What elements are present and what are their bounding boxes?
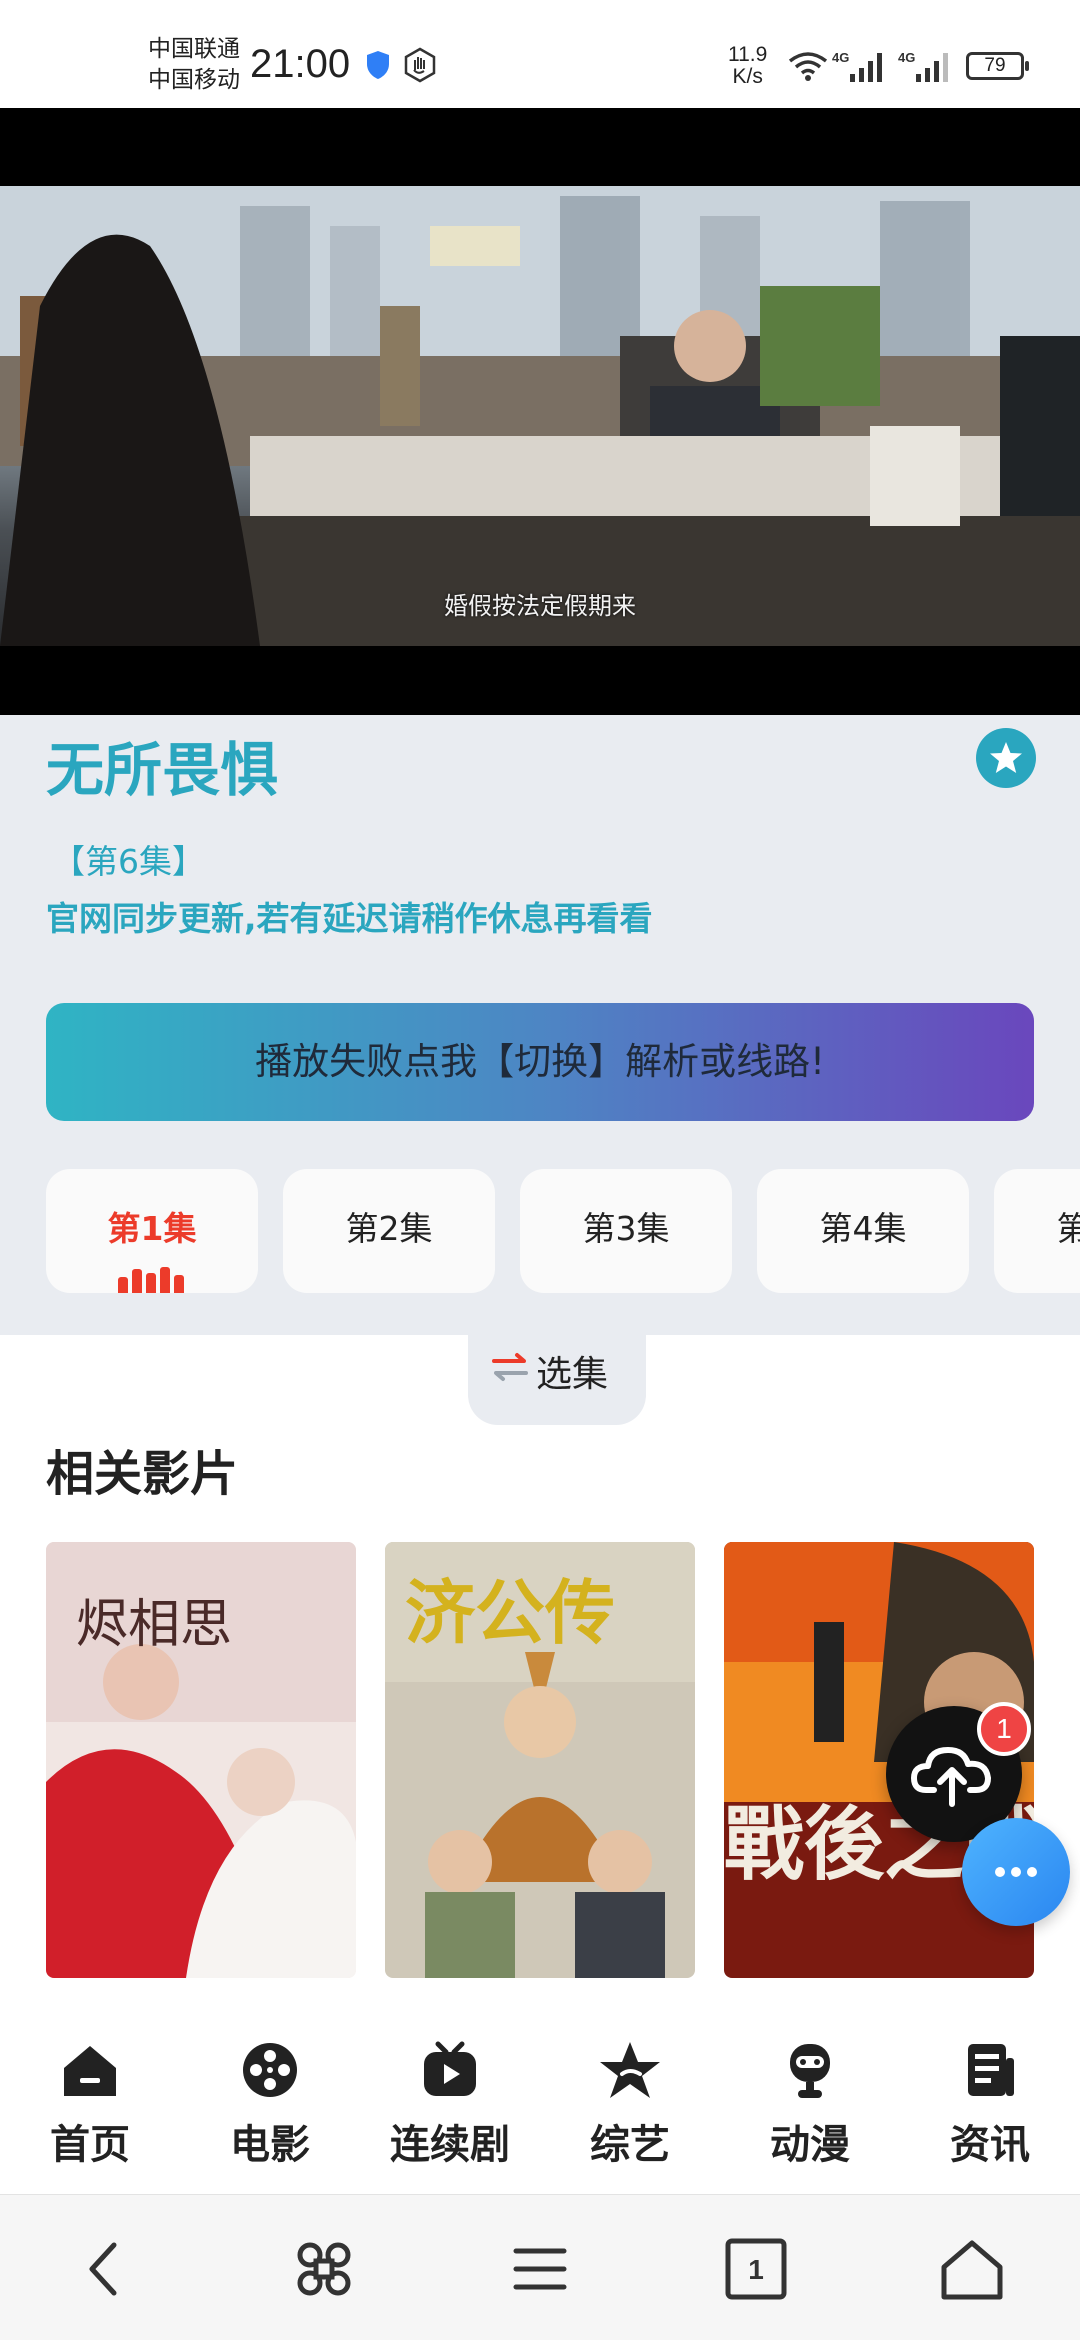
poster-title: 济公传 [405,1571,615,1654]
network-speed-unit: K/s [732,65,763,88]
battery-icon: 79 [966,52,1029,80]
playing-indicator-icon [118,1265,186,1293]
poster-image: 烬相思 [46,1542,356,1978]
more-options-button[interactable] [962,1818,1070,1926]
system-navigation-bar: 1 [0,2194,1080,2340]
menu-icon[interactable] [504,2233,576,2305]
show-info-panel: 无所畏惧 【第6集】 官网同步更新,若有延迟请稍作休息再看看 播放失败点我【切换… [0,715,1080,1335]
home-icon [64,2046,116,2096]
network-speed-value: 11.9 [728,43,768,66]
nav-label: 首页 [50,2122,130,2168]
robot-face-icon [790,2044,830,2098]
episode-1-button[interactable]: 第1集 [46,1169,258,1293]
shield-icon [367,51,389,79]
nav-label: 电影 [230,2122,310,2168]
related-item-poster[interactable]: 烬相思 [46,1542,356,1978]
bottom-navigation: 首页 电影 连续剧 综艺 动漫 资讯 [0,2010,1080,2194]
episode-label: 第1集 [107,1209,197,1248]
home-outline-icon[interactable] [936,2233,1008,2305]
video-subtitle: 婚假按法定假期来 [444,592,636,620]
nav-home[interactable]: 首页 [0,2040,180,2180]
status-bar: 中国联通 中国移动 21:00 11.9 K/s 4G 4G 79 [0,0,1080,108]
news-icon [968,2044,1014,2096]
poster-title: 烬相思 [76,1595,232,1655]
episode-4-button[interactable]: 第4集 [757,1169,969,1293]
notification-badge: 1 [977,1702,1031,1756]
nav-label: 资讯 [950,2122,1030,2168]
network-speed: 11.9 K/s [728,44,767,88]
star-icon [990,742,1022,773]
wifi-icon [788,52,828,81]
episode-5-button[interactable]: 第5集 [994,1169,1080,1293]
select-episode-tab[interactable]: 选集 [468,1315,646,1425]
nav-variety[interactable]: 综艺 [540,2040,720,2180]
video-scene [0,186,1080,646]
nav-label: 连续剧 [390,2122,510,2168]
signal-label: 4G [832,50,849,65]
more-dots-icon [995,1867,1037,1877]
video-frame[interactable] [0,186,1080,646]
carrier-names: 中国联通 中国移动 [148,34,240,96]
hand-icon [404,47,436,83]
swap-icon [492,1353,528,1381]
tabs-button[interactable]: 1 [720,2233,792,2305]
tabs-icon: 1 [725,2238,787,2300]
switch-source-button[interactable]: 播放失败点我【切换】解析或线路! [46,1003,1034,1121]
carrier-2: 中国移动 [148,67,240,93]
related-section-title: 相关影片 [46,1446,239,1502]
nav-anime[interactable]: 动漫 [720,2040,900,2180]
nav-label: 综艺 [590,2122,670,2168]
current-episode-label: 【第6集】 [52,842,205,881]
command-icon[interactable] [288,2233,360,2305]
nav-movies[interactable]: 电影 [180,2040,360,2180]
signal-icon: 4G [898,50,948,82]
star-icon [600,2042,660,2098]
signal-icon: 4G [832,50,882,82]
tv-play-icon [424,2041,476,2096]
tabs-count: 1 [748,2254,764,2285]
episode-2-button[interactable]: 第2集 [283,1169,495,1293]
signal-label: 4G [898,50,915,65]
video-player[interactable]: 婚假按法定假期来 [0,108,1080,715]
related-item-poster[interactable]: 济公传 [385,1542,695,1978]
nav-series[interactable]: 连续剧 [360,2040,540,2180]
episode-list[interactable]: 第1集 第2集 第3集 第4集 第5集 [46,1169,1080,1293]
show-title: 无所畏惧 [46,736,279,804]
back-icon[interactable] [70,2233,142,2305]
status-time: 21:00 [250,42,351,86]
select-episode-label: 选集 [536,1354,609,1395]
film-reel-icon [243,2043,297,2097]
favorite-button[interactable] [976,728,1036,788]
update-notice: 官网同步更新,若有延迟请稍作休息再看看 [46,899,653,938]
nav-label: 动漫 [770,2122,850,2168]
episode-3-button[interactable]: 第3集 [520,1169,732,1293]
carrier-1: 中国联通 [148,36,240,62]
nav-news[interactable]: 资讯 [900,2040,1080,2180]
poster-image: 济公传 [385,1542,695,1978]
